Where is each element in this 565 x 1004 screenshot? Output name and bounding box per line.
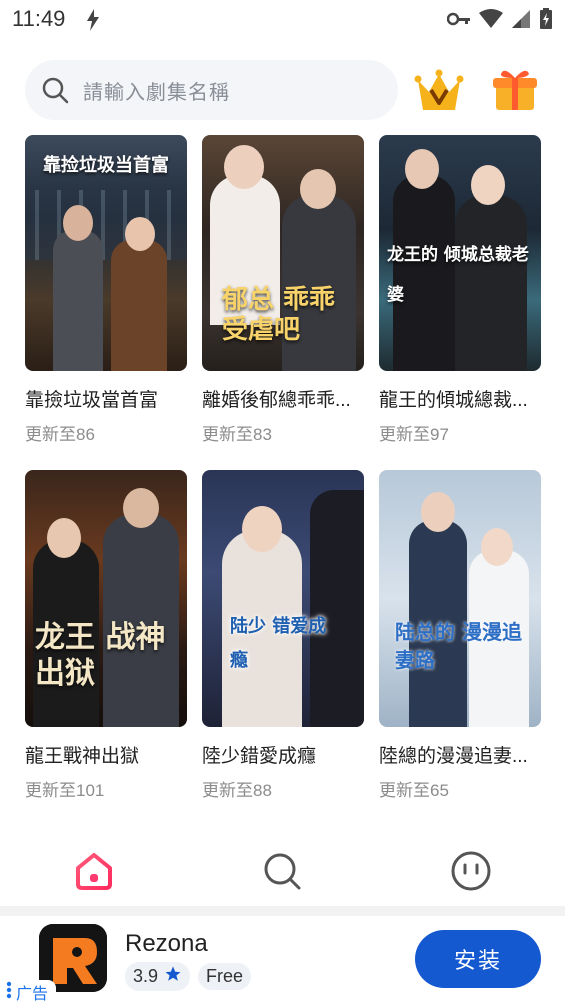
poster-title-text: 郁总 乖乖受虐吧 <box>222 285 336 345</box>
drama-title[interactable]: 離婚後郁總乖乖... <box>202 385 367 412</box>
bottom-nav <box>0 835 565 905</box>
drama-card[interactable]: 靠捡垃圾当首富 靠撿垃圾當首富 更新至86 <box>25 135 187 445</box>
drama-episode-count: 更新至101 <box>25 781 105 800</box>
drama-card[interactable]: 陆少 错爱成瘾 陸少錯愛成癮 更新至88 <box>202 470 364 801</box>
install-button[interactable]: 安装 <box>415 930 541 988</box>
ad-divider <box>0 906 565 916</box>
price-pill: Free <box>198 963 252 990</box>
ad-app-name: Rezona <box>125 930 208 957</box>
drama-title[interactable]: 陸總的漫漫追妻... <box>379 741 544 768</box>
nav-home[interactable] <box>73 850 115 892</box>
search-input[interactable]: 請輸入劇集名稱 <box>25 60 398 120</box>
header: 請輸入劇集名稱 <box>0 58 565 120</box>
drama-title[interactable]: 龍王的傾城總裁... <box>379 385 544 412</box>
gift-icon[interactable] <box>492 66 538 112</box>
drama-title[interactable]: 陸少錯愛成癮 <box>202 741 367 768</box>
status-bar: 11:49 <box>0 0 565 40</box>
battery-icon <box>539 8 553 35</box>
drama-card[interactable]: 龙王的 倾城总裁老婆 龍王的傾城總裁... 更新至97 <box>379 135 541 445</box>
face-icon <box>450 851 492 896</box>
drama-title[interactable]: 靠撿垃圾當首富 <box>25 385 190 412</box>
drama-episode-count: 更新至97 <box>379 425 449 444</box>
rating-pill: 3.9 <box>125 962 191 991</box>
drama-poster[interactable]: 靠捡垃圾当首富 <box>25 135 187 371</box>
status-time: 11:49 <box>12 6 66 31</box>
drama-poster[interactable]: 陆总的 漫漫追妻路 <box>379 470 541 727</box>
nav-search[interactable] <box>261 850 303 892</box>
drama-episode-count: 更新至83 <box>202 425 272 444</box>
star-icon <box>164 965 182 988</box>
ad-meta: 3.9 Free <box>125 962 252 991</box>
drama-card[interactable]: 陆总的 漫漫追妻路 陸總的漫漫追妻... 更新至65 <box>379 470 541 801</box>
search-icon <box>41 76 69 104</box>
vpn-key-icon <box>446 11 471 32</box>
poster-title-text: 龙王的 倾城总裁老婆 <box>387 245 529 305</box>
poster-title-text: 龙王 战神出狱 <box>35 620 166 691</box>
poster-title-text: 靠捡垃圾当首富 <box>43 155 169 176</box>
more-vert-icon <box>6 981 12 1004</box>
poster-title-text: 陆总的 漫漫追妻路 <box>395 620 522 672</box>
drama-episode-count: 更新至86 <box>25 425 95 444</box>
drama-card[interactable]: 龙王 战神出狱 龍王戰神出獄 更新至101 <box>25 470 187 801</box>
drama-episode-count: 更新至88 <box>202 781 272 800</box>
ad-tag[interactable]: 广告 <box>0 980 57 1004</box>
drama-title[interactable]: 龍王戰神出獄 <box>25 741 190 768</box>
drama-card[interactable]: 郁总 乖乖受虐吧 離婚後郁總乖乖... 更新至83 <box>202 135 364 445</box>
search-placeholder: 請輸入劇集名稱 <box>83 81 230 104</box>
wifi-icon <box>479 9 503 34</box>
poster-title-text: 陆少 错爱成瘾 <box>230 616 327 671</box>
ad-tag-label: 广告 <box>16 986 49 1003</box>
ad-banner[interactable]: Rezona 3.9 Free 安装 广告 <box>0 916 565 1004</box>
drama-poster[interactable]: 龙王 战神出狱 <box>25 470 187 727</box>
signal-icon <box>511 9 531 34</box>
drama-poster[interactable]: 郁总 乖乖受虐吧 <box>202 135 364 371</box>
drama-poster[interactable]: 陆少 错爱成瘾 <box>202 470 364 727</box>
search-icon <box>261 853 303 896</box>
nav-profile[interactable] <box>450 850 492 892</box>
rating-value: 3.9 <box>133 966 159 986</box>
home-icon <box>73 853 115 896</box>
drama-poster[interactable]: 龙王的 倾城总裁老婆 <box>379 135 541 371</box>
vip-crown-icon[interactable] <box>414 66 464 116</box>
flash-icon <box>84 8 102 37</box>
drama-episode-count: 更新至65 <box>379 781 449 800</box>
